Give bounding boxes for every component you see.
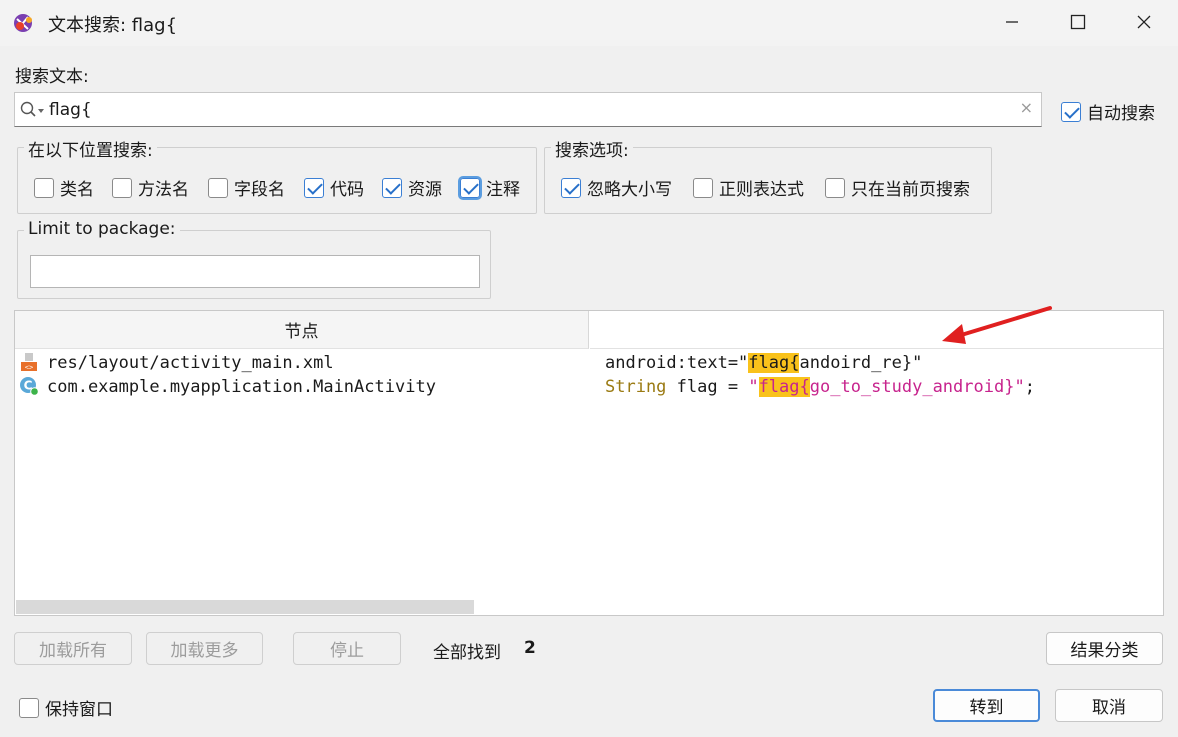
- code-highlight: flag{: [748, 353, 800, 373]
- regex-label: 正则表达式: [719, 180, 804, 200]
- field-name-checkbox[interactable]: [208, 177, 228, 198]
- jadx-app-icon: [12, 11, 36, 35]
- ignore-case-checkbox[interactable]: [561, 177, 581, 198]
- column-header-code[interactable]: [590, 311, 1163, 349]
- column-header-node-label: 节点: [284, 322, 319, 342]
- current-page-checkbox[interactable]: [825, 177, 845, 198]
- search-input[interactable]: [49, 99, 1009, 121]
- clear-icon[interactable]: ×: [1020, 98, 1033, 117]
- search-icon[interactable]: [20, 101, 46, 124]
- result-node-name: res/layout/activity_main.xml: [47, 353, 334, 373]
- svg-text:<>: <>: [25, 364, 33, 372]
- found-count: 2: [524, 638, 536, 658]
- search-location-title: 在以下位置搜索:: [24, 136, 157, 161]
- ignore-case-label: 忽略大小写: [587, 180, 672, 200]
- column-header-node[interactable]: 节点: [15, 311, 589, 349]
- current-page-label: 只在当前页搜索: [851, 180, 970, 200]
- auto-search-checkbox[interactable]: 自动搜索: [1061, 99, 1155, 124]
- close-icon: [1137, 15, 1151, 29]
- package-limit-group: Limit to package:: [17, 219, 491, 299]
- field-name-label: 字段名: [234, 180, 285, 200]
- search-label: 搜索文本:: [15, 67, 89, 87]
- cancel-button[interactable]: 取消: [1055, 689, 1163, 722]
- code-text: andoird_re}": [799, 353, 923, 373]
- code-text: android:text=": [605, 353, 749, 373]
- option-field-name[interactable]: 字段名: [208, 175, 285, 200]
- xml-file-icon: <>: [19, 352, 39, 372]
- option-regex[interactable]: 正则表达式: [693, 175, 804, 200]
- results-table[interactable]: 节点 <> res/layout/activity_main.xml andro…: [14, 310, 1164, 616]
- search-location-group: 在以下位置搜索: 类名 方法名 字段名 代码 资源 注释: [17, 136, 537, 214]
- found-label: 全部找到: [433, 643, 501, 663]
- close-button[interactable]: [1112, 0, 1176, 44]
- keep-window-label: 保持窗口: [45, 700, 113, 720]
- search-box[interactable]: ×: [14, 92, 1042, 127]
- package-input[interactable]: [30, 255, 480, 288]
- search-options-group: 搜索选项: 忽略大小写 正则表达式 只在当前页搜索: [544, 136, 992, 214]
- code-highlight: flag{: [758, 377, 810, 397]
- code-text: flag =: [666, 377, 749, 397]
- result-code: android:text="flag{andoird_re}": [605, 353, 922, 373]
- option-ignore-case[interactable]: 忽略大小写: [561, 175, 672, 200]
- load-all-button[interactable]: 加载所有: [14, 632, 132, 665]
- auto-search-label: 自动搜索: [1087, 104, 1155, 124]
- result-code: String flag = "flag{go_to_study_android}…: [605, 377, 1035, 397]
- result-node-name: com.example.myapplication.MainActivity: [47, 377, 436, 397]
- code-text: ;: [1024, 377, 1035, 397]
- package-limit-title: Limit to package:: [24, 219, 180, 239]
- window-title: 文本搜索: flag{: [48, 15, 178, 36]
- comments-checkbox[interactable]: [458, 175, 482, 200]
- search-options-title: 搜索选项:: [551, 136, 633, 161]
- minimize-button[interactable]: [980, 0, 1044, 44]
- annotation-arrow-icon: [930, 300, 1060, 355]
- class-name-checkbox[interactable]: [34, 177, 54, 198]
- group-results-button[interactable]: 结果分类: [1046, 632, 1163, 665]
- option-comments[interactable]: 注释: [458, 175, 520, 200]
- table-row[interactable]: C com.example.myapplication.MainActivity…: [15, 375, 1163, 399]
- keep-window-checkbox[interactable]: 保持窗口: [19, 695, 113, 720]
- horizontal-scrollbar[interactable]: [16, 600, 474, 614]
- option-class-name[interactable]: 类名: [34, 175, 94, 200]
- load-more-button[interactable]: 加载更多: [146, 632, 263, 665]
- comments-label: 注释: [486, 180, 520, 200]
- maximize-icon: [1070, 14, 1086, 30]
- resources-checkbox[interactable]: [382, 177, 402, 198]
- method-name-label: 方法名: [138, 180, 189, 200]
- stop-button[interactable]: 停止: [293, 632, 401, 665]
- resources-label: 资源: [408, 180, 442, 200]
- goto-button[interactable]: 转到: [933, 689, 1040, 722]
- maximize-button[interactable]: [1046, 0, 1110, 44]
- minimize-icon: [1006, 21, 1018, 23]
- code-keyword: String: [605, 377, 667, 397]
- option-code[interactable]: 代码: [304, 175, 364, 200]
- option-resources[interactable]: 资源: [382, 175, 442, 200]
- code-checkbox[interactable]: [304, 177, 324, 198]
- option-method-name[interactable]: 方法名: [112, 175, 189, 200]
- code-label: 代码: [330, 180, 364, 200]
- class-name-label: 类名: [60, 180, 94, 200]
- method-name-checkbox[interactable]: [112, 177, 132, 198]
- class-icon: C: [19, 376, 39, 396]
- code-string: ": [748, 377, 759, 397]
- code-string: go_to_study_android}": [809, 377, 1025, 397]
- keep-window-check-icon[interactable]: [19, 697, 39, 718]
- regex-checkbox[interactable]: [693, 177, 713, 198]
- option-current-page[interactable]: 只在当前页搜索: [825, 175, 970, 200]
- auto-search-check-icon[interactable]: [1061, 101, 1081, 122]
